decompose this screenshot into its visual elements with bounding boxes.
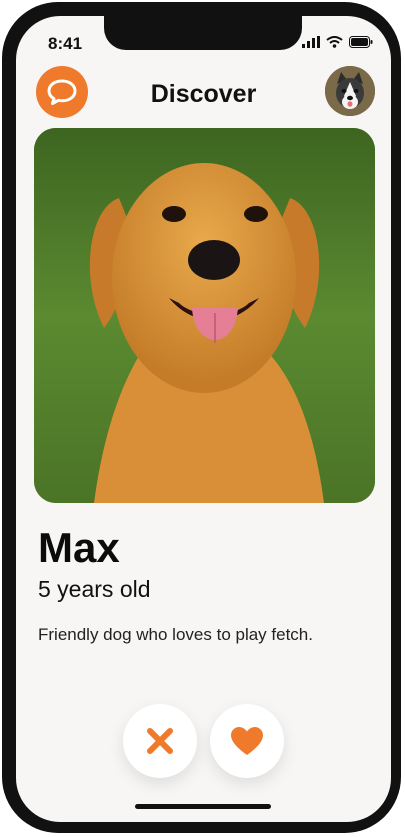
signal-icon [302,36,320,48]
profile-name: Max [38,524,120,571]
heart-icon [231,727,263,755]
wifi-icon [326,36,343,48]
dog-photo-image [34,128,375,503]
like-button[interactable] [210,704,284,778]
status-icons [302,36,373,48]
husky-avatar-image [325,66,375,116]
profile-photo[interactable] [34,128,375,503]
profile-age: 5 years old [38,576,151,602]
pass-button[interactable] [123,704,197,778]
notch [104,16,302,50]
phone-frame: 8:41 Discover Max 5 years old Friendly d… [2,2,401,833]
app-screen: 8:41 Discover Max 5 years old Friendly d… [16,16,391,822]
status-time: 8:41 [48,34,83,53]
profile-bio: Friendly dog who loves to play fetch. [38,625,313,644]
avatar[interactable] [325,66,375,116]
home-indicator [135,804,271,809]
battery-icon [349,36,373,48]
x-icon [147,728,173,754]
